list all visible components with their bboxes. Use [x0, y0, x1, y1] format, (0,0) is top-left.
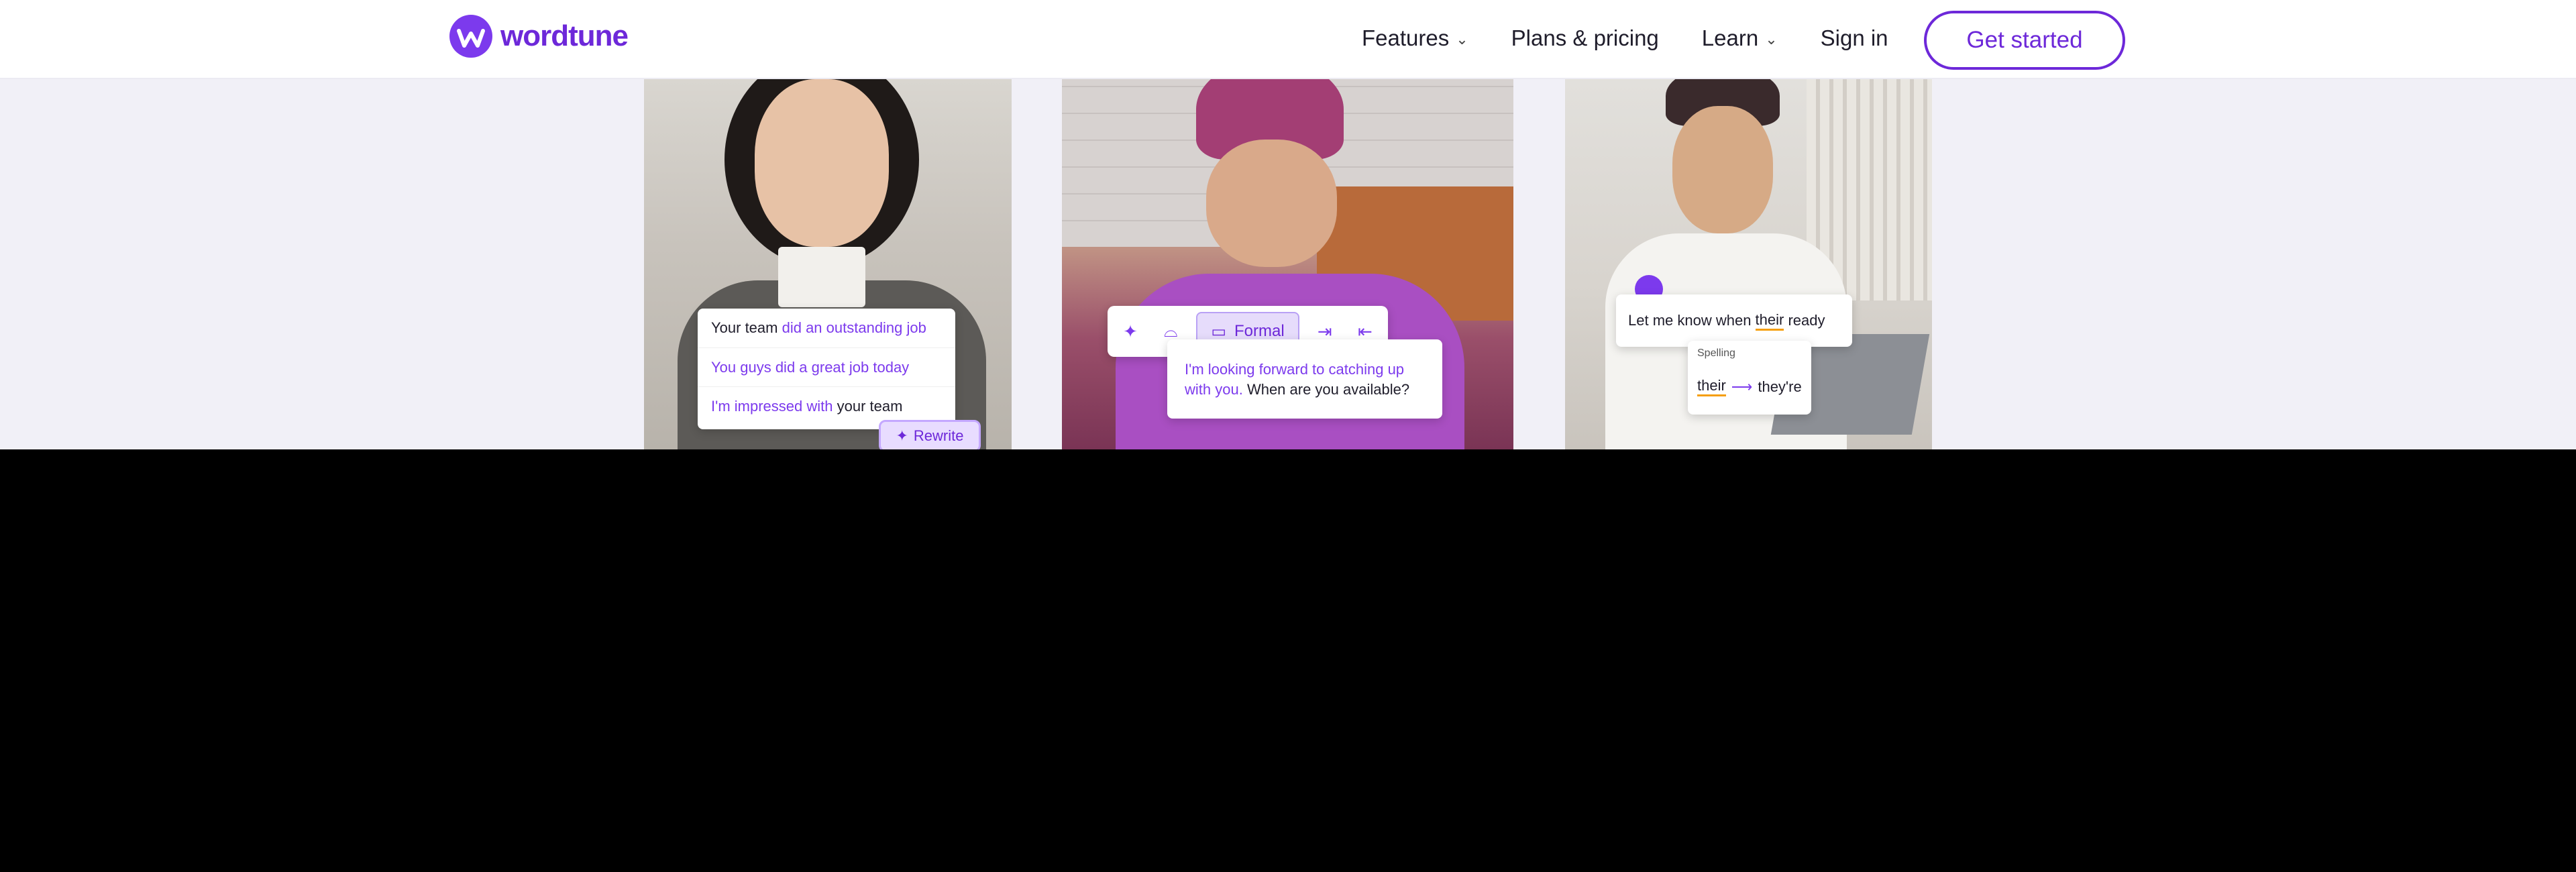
spelling-sentence-box: Let me know when their ready: [1616, 294, 1852, 347]
rewrite-suggestions-box: Your team did an outstanding job You guy…: [698, 309, 955, 429]
spelling-label: Spelling: [1697, 347, 1735, 359]
nav-features-label: Features: [1362, 25, 1450, 50]
get-started-button[interactable]: Get started: [1924, 11, 2125, 70]
chevron-down-icon: ⌄: [1765, 31, 1778, 48]
sentence-text: ready: [1784, 312, 1825, 329]
nav-pricing[interactable]: Plans & pricing: [1511, 25, 1659, 51]
feature-card-rewrite: Your team did an outstanding job You guy…: [644, 79, 1012, 449]
nav-signin-label: Sign in: [1820, 25, 1888, 50]
plain-text: When are you available?: [1242, 381, 1410, 398]
nav-learn-label: Learn: [1701, 25, 1759, 50]
feature-card-tone: ✦ ⌓ ▭ Formal ⇥ ⇤ I'm looking forward to …: [1062, 79, 1513, 449]
formal-label: Formal: [1234, 322, 1285, 340]
suggestion-plain: your team: [837, 397, 903, 415]
wordtune-logo-icon: [449, 15, 492, 58]
nav-learn[interactable]: Learn ⌄: [1702, 25, 1778, 51]
sparkle-icon: ✦: [896, 427, 908, 444]
logo-text: wordtune: [500, 19, 629, 52]
suggestion-row[interactable]: You guys did a great job today: [698, 347, 955, 386]
spelling-suggestion-box[interactable]: Spelling their ⟶ they're: [1688, 341, 1811, 415]
rewrite-button[interactable]: ✦ Rewrite: [879, 420, 981, 449]
nav-pricing-label: Plans & pricing: [1511, 25, 1659, 50]
nav-features[interactable]: Features ⌄: [1362, 25, 1468, 51]
suggestion-text: You guys did a great job today: [711, 358, 910, 376]
top-navigation: wordtune Features ⌄ Plans & pricing Lear…: [0, 0, 2576, 79]
suggestion-plain: Your team: [711, 319, 782, 336]
wrong-word: their: [1697, 377, 1726, 396]
misspelled-word[interactable]: their: [1755, 311, 1784, 331]
arrow-right-icon: ⟶: [1731, 378, 1753, 395]
suggestion-highlight: I'm impressed with: [711, 397, 837, 415]
briefcase-icon: ▭: [1211, 322, 1226, 341]
logo[interactable]: wordtune: [449, 15, 629, 58]
nav-links: Features ⌄ Plans & pricing Learn ⌄ Sign …: [1362, 25, 1931, 51]
feature-card-spelling: Let me know when their ready Spelling th…: [1565, 79, 1932, 449]
rewrite-label: Rewrite: [913, 427, 964, 444]
tone-result-box: I'm looking forward to catching up with …: [1167, 339, 1442, 419]
sentence-text: Let me know when: [1628, 312, 1756, 329]
sparkle-icon[interactable]: ✦: [1116, 313, 1145, 350]
blank-area: [0, 449, 2576, 872]
suggestion-row[interactable]: Your team did an outstanding job: [698, 309, 955, 347]
suggestion-highlight: did an outstanding job: [782, 319, 926, 336]
nav-signin[interactable]: Sign in: [1821, 25, 1888, 51]
chevron-down-icon: ⌄: [1456, 31, 1468, 48]
page-viewport: wordtune Features ⌄ Plans & pricing Lear…: [0, 0, 2576, 449]
corrected-word: they're: [1758, 378, 1802, 395]
